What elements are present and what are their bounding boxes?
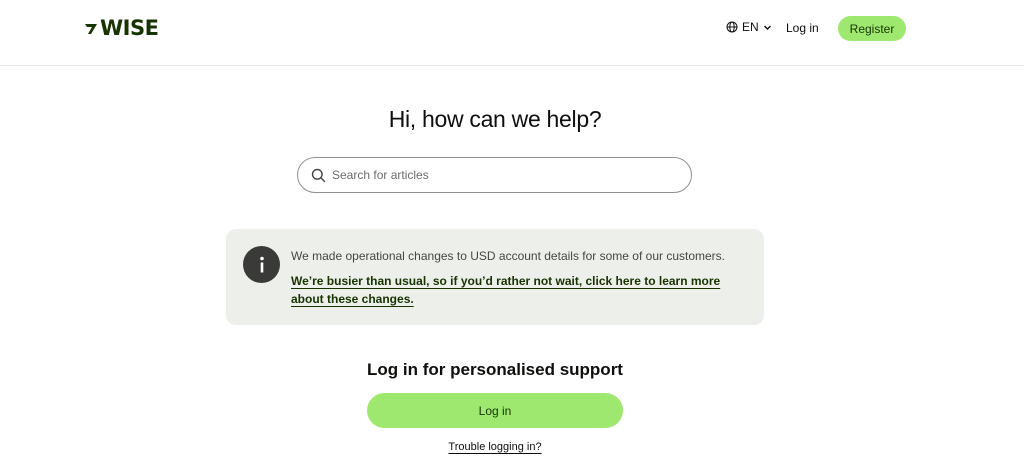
header-login-link[interactable]: Log in (786, 21, 819, 35)
page-title: Hi, how can we help? (388, 106, 602, 132)
trouble-logging-in-container: Trouble logging in? (0, 441, 990, 453)
info-icon (243, 246, 280, 283)
trouble-logging-in-link[interactable]: Trouble logging in? (448, 441, 541, 453)
globe-icon (726, 21, 738, 33)
chevron-down-icon (763, 25, 771, 30)
logo-text: WISE (100, 16, 159, 40)
register-button[interactable]: Register (838, 16, 906, 41)
language-selector[interactable]: EN (726, 20, 772, 34)
notice-learn-more-link[interactable]: We’re busier than usual, so if you’d rat… (291, 272, 751, 308)
site-header: WISE EN Log in Register (0, 0, 1024, 66)
wise-flag-icon (85, 24, 97, 34)
notice-banner: We made operational changes to USD accou… (226, 229, 764, 325)
language-label: EN (742, 20, 759, 34)
search-box[interactable] (297, 157, 692, 193)
notice-text: We made operational changes to USD accou… (291, 249, 725, 263)
search-icon (311, 168, 326, 183)
support-title: Log in for personalised support (367, 360, 623, 379)
wise-logo[interactable]: WISE (84, 16, 159, 40)
login-button[interactable]: Log in (367, 393, 623, 428)
search-input[interactable] (332, 158, 672, 192)
